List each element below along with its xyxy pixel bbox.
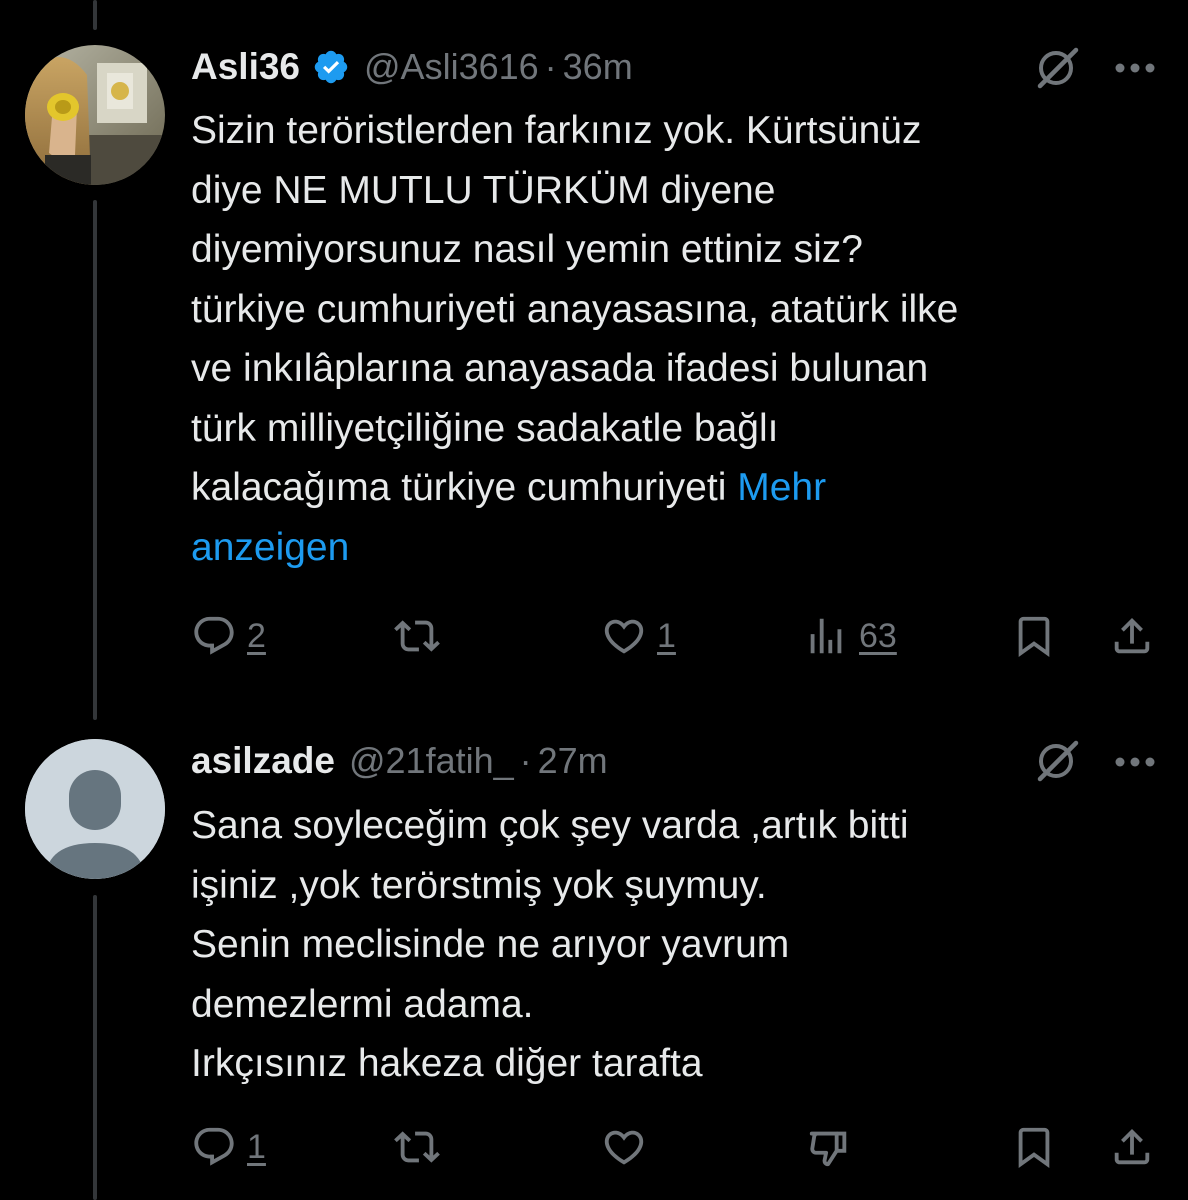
share-button[interactable] <box>1109 611 1155 661</box>
separator-dot: · <box>519 740 532 781</box>
like-button[interactable]: 1 <box>601 611 676 661</box>
timestamp[interactable]: 36m <box>563 46 633 88</box>
tweet-text-line: türkiye cumhuriyeti anayasasına, atatürk… <box>191 287 959 331</box>
tweet-asilzade[interactable]: asilzade @21fatih_ · 27m Sana soyleceğim… <box>0 720 1188 1200</box>
show-more-link[interactable]: Mehr <box>737 466 826 509</box>
retweet-icon <box>394 620 440 652</box>
tweet-text-line: işiniz ,yok terörstmiş yok şuymuy. <box>191 863 767 907</box>
more-icon[interactable] <box>1113 755 1157 769</box>
avatar-asli36[interactable] <box>25 45 165 185</box>
dislike-icon <box>809 1131 847 1167</box>
tweet-header: asilzade @21fatih_ · 27m <box>191 736 1148 786</box>
like-icon <box>604 619 644 654</box>
tweet-actions: 2 1 63 <box>191 611 1158 661</box>
tweet-header: Asli36 @Asli3616 · 36m <box>191 42 1148 92</box>
views-count: 63 <box>859 616 897 655</box>
bookmark-icon <box>1018 1127 1050 1168</box>
tweet-text-line: Irkçısınız hakeza diğer tarafta <box>191 1042 703 1085</box>
user-handle[interactable]: @Asli3616 <box>364 46 539 88</box>
tweet-text-line: Senin meclisinde ne arıyor yavrum <box>191 923 790 966</box>
share-icon <box>1114 1128 1150 1165</box>
bookmark-button[interactable] <box>1011 611 1057 661</box>
verified-badge-icon <box>312 48 350 86</box>
tweet-text-line: demezlermi adama. <box>191 982 534 1026</box>
grok-icon[interactable] <box>1034 737 1080 783</box>
tweet-text-line: diye NE MUTLU TÜRKÜM diyene <box>191 168 776 212</box>
views-button[interactable]: 63 <box>803 611 897 661</box>
tweet-text-line: kalacağıma türkiye cumhuriyeti Mehr <box>191 458 1151 518</box>
separator-dot: · <box>544 46 557 87</box>
views-icon <box>810 618 842 654</box>
user-handle[interactable]: @21fatih_ <box>349 740 514 782</box>
tweet-text-line: ve inkılâplarına anayasada ifadesi bulun… <box>191 347 929 390</box>
tweet-actions: 1 <box>191 1122 1158 1172</box>
retweet-button[interactable] <box>394 1122 440 1172</box>
reply-button[interactable]: 1 <box>191 1122 266 1172</box>
grok-icon[interactable] <box>1034 44 1080 90</box>
timestamp[interactable]: 27m <box>538 740 608 782</box>
tweet-text: Sana soyleceğim çok şey varda ,artık bit… <box>191 796 1151 1094</box>
like-count: 1 <box>657 616 676 655</box>
tweet-text-segment: kalacağıma türkiye cumhuriyeti <box>191 466 738 509</box>
share-icon <box>1114 617 1150 654</box>
tweet-text-line: Sana soyleceğim çok şey varda ,artık bit… <box>191 804 909 847</box>
dislike-button[interactable] <box>806 1122 852 1172</box>
tweet-text-line: Sizin teröristlerden farkınız yok. Kürts… <box>191 109 922 152</box>
tweet-text-line: türk milliyetçiliğine sadakatle bağlı <box>191 406 779 450</box>
reply-icon <box>194 1127 234 1166</box>
default-avatar-icon[interactable] <box>25 739 165 879</box>
display-name[interactable]: asilzade <box>191 740 335 782</box>
reply-count: 1 <box>247 1127 266 1166</box>
retweet-button[interactable] <box>394 611 440 661</box>
reply-count: 2 <box>247 616 266 655</box>
tweet-asli36[interactable]: Asli36 @Asli3616 · 36m Sizin teröristler… <box>0 0 1188 720</box>
show-more-link-continued[interactable]: anzeigen <box>191 518 1151 578</box>
more-icon[interactable] <box>1113 61 1157 75</box>
reply-button[interactable]: 2 <box>191 611 266 661</box>
display-name[interactable]: Asli36 <box>191 46 300 88</box>
like-button[interactable] <box>601 1122 647 1172</box>
share-button[interactable] <box>1109 1122 1155 1172</box>
tweet-text: Sizin teröristlerden farkınız yok. Kürts… <box>191 101 1151 577</box>
bookmark-icon <box>1018 616 1050 657</box>
bookmark-button[interactable] <box>1011 1122 1057 1172</box>
tweet-text-line: diyemiyorsunuz nasıl yemin ettiniz siz? <box>191 228 863 271</box>
like-icon <box>604 1130 644 1165</box>
retweet-icon <box>394 1131 440 1163</box>
reply-icon <box>194 616 234 655</box>
